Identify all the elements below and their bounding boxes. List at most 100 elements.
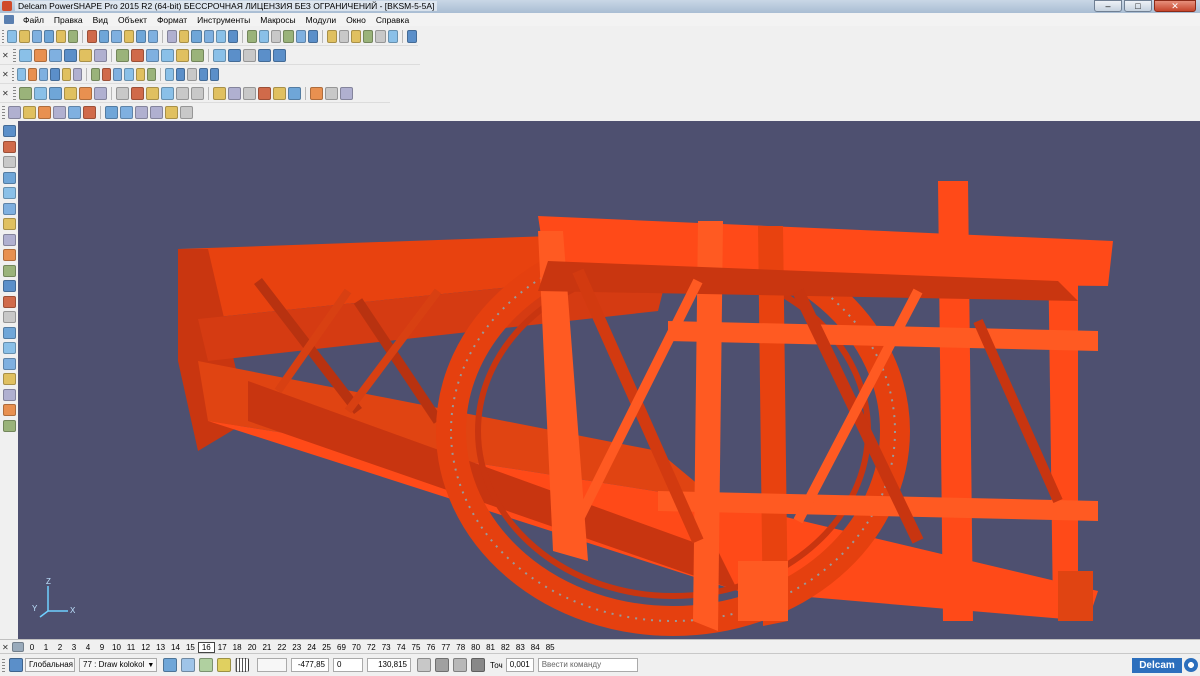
workplane-select[interactable]: Глобальная▼ xyxy=(25,658,75,672)
cone-icon[interactable] xyxy=(39,67,49,81)
close-icon[interactable]: ✕ xyxy=(2,51,10,60)
level-button[interactable]: 9 xyxy=(95,643,109,652)
snap-icon[interactable] xyxy=(8,105,21,119)
copy-icon[interactable] xyxy=(3,187,16,199)
level-icon[interactable] xyxy=(3,404,16,416)
level-button[interactable]: 69 xyxy=(334,643,349,652)
level-button[interactable]: 13 xyxy=(153,643,168,652)
animate-icon[interactable] xyxy=(165,105,178,119)
edges-icon[interactable] xyxy=(228,86,241,100)
material-icon[interactable] xyxy=(68,105,81,119)
zoom-fit-icon[interactable] xyxy=(179,29,190,43)
light-icon[interactable] xyxy=(215,29,226,43)
translucency-icon[interactable] xyxy=(325,86,338,100)
level-button[interactable]: 85 xyxy=(543,643,558,652)
material-icon[interactable] xyxy=(3,419,16,432)
paste-icon[interactable] xyxy=(99,29,110,43)
box-icon[interactable] xyxy=(16,67,26,81)
info-icon[interactable] xyxy=(3,373,16,385)
workplane-icon[interactable] xyxy=(9,658,23,672)
level-button[interactable]: 16 xyxy=(197,641,215,653)
level-settings-icon[interactable] xyxy=(12,642,24,652)
x-coordinate-field[interactable]: -477,85 xyxy=(291,658,329,672)
layer-select[interactable]: 77 : Draw kolokol ▼ xyxy=(79,658,157,672)
menu-format[interactable]: Формат xyxy=(152,15,192,25)
level-button[interactable]: 15 xyxy=(183,643,198,652)
view-left-icon[interactable] xyxy=(79,86,92,100)
pan-icon[interactable] xyxy=(146,86,159,100)
cylinder-icon[interactable] xyxy=(34,48,47,62)
solid-icon[interactable] xyxy=(375,29,386,43)
mirror-icon[interactable] xyxy=(228,48,241,62)
level-button[interactable]: 25 xyxy=(319,643,334,652)
menu-macros[interactable]: Макросы xyxy=(255,15,300,25)
revolution-icon[interactable] xyxy=(116,48,129,62)
layer-icon[interactable] xyxy=(3,388,16,401)
solid-tree-icon[interactable] xyxy=(258,48,271,62)
section-icon[interactable] xyxy=(243,86,256,100)
level-button[interactable]: 72 xyxy=(364,643,379,652)
normals-icon[interactable] xyxy=(310,86,323,100)
analyse-icon[interactable] xyxy=(209,67,219,81)
boolean-add-icon[interactable] xyxy=(101,67,112,81)
workplane-align-icon[interactable] xyxy=(38,105,51,119)
boolean-subtract-icon[interactable] xyxy=(146,48,159,62)
mode-field[interactable] xyxy=(257,658,287,672)
view-back-icon[interactable] xyxy=(94,86,107,100)
redo-icon[interactable] xyxy=(246,29,258,43)
layer-icon[interactable] xyxy=(53,105,66,119)
hidden-line-icon[interactable] xyxy=(213,86,226,100)
calculator-icon[interactable] xyxy=(417,658,431,672)
level-button[interactable]: 81 xyxy=(483,643,498,652)
text-icon[interactable] xyxy=(338,29,350,43)
circle-icon[interactable] xyxy=(307,29,318,43)
view-front-icon[interactable] xyxy=(34,86,47,100)
move-icon[interactable] xyxy=(3,202,16,215)
level-button[interactable]: 84 xyxy=(528,643,543,652)
level-button[interactable]: 3 xyxy=(67,643,81,652)
level-button[interactable]: 75 xyxy=(409,643,424,652)
shell-icon[interactable] xyxy=(146,67,157,81)
minimize-button[interactable]: – xyxy=(1094,0,1122,12)
menu-view[interactable]: Вид xyxy=(88,15,113,25)
open-icon[interactable] xyxy=(19,29,30,43)
maximize-button[interactable]: □ xyxy=(1124,0,1152,12)
menu-edit[interactable]: Правка xyxy=(49,15,88,25)
menu-modules[interactable]: Модули xyxy=(301,15,341,25)
menu-tools[interactable]: Инструменты xyxy=(192,15,255,25)
undo-icon[interactable] xyxy=(227,29,239,43)
close-button[interactable]: ✕ xyxy=(1154,0,1196,12)
surface-icon[interactable] xyxy=(363,29,374,43)
level-button[interactable]: 78 xyxy=(453,643,468,652)
close-icon[interactable]: ✕ xyxy=(2,89,10,98)
clip-icon[interactable] xyxy=(340,86,353,100)
feature-icon[interactable] xyxy=(243,48,256,62)
render-icon[interactable] xyxy=(387,29,398,43)
wireframe-icon[interactable] xyxy=(3,171,16,184)
scale-icon[interactable] xyxy=(3,218,16,230)
level-button[interactable]: 24 xyxy=(304,643,319,652)
measure-icon[interactable] xyxy=(258,86,271,100)
boolean-add-icon[interactable] xyxy=(131,48,144,62)
cylinder-icon[interactable] xyxy=(27,67,38,81)
revolution-icon[interactable] xyxy=(90,67,100,81)
snap-icon[interactable] xyxy=(163,658,177,672)
view-icon[interactable] xyxy=(191,29,202,43)
tolerance-field[interactable]: 0,001 xyxy=(505,658,534,672)
curvature-icon[interactable] xyxy=(273,86,286,100)
level-button[interactable]: 21 xyxy=(259,643,274,652)
level-button[interactable]: 76 xyxy=(423,643,438,652)
select-icon[interactable] xyxy=(135,29,147,43)
level-button[interactable]: 83 xyxy=(513,643,528,652)
level-button[interactable]: 22 xyxy=(274,643,289,652)
close-icon[interactable]: ✕ xyxy=(2,643,10,652)
dimension-icon[interactable] xyxy=(351,29,362,43)
solid-tree-icon[interactable] xyxy=(198,67,208,81)
sphere-icon[interactable] xyxy=(50,67,60,81)
level-button[interactable]: 4 xyxy=(81,643,95,652)
point-icon[interactable] xyxy=(283,29,294,43)
view-right-icon[interactable] xyxy=(49,86,62,100)
document-icon[interactable] xyxy=(4,15,14,24)
zoom-window-icon[interactable] xyxy=(131,86,144,100)
feature-icon[interactable] xyxy=(187,67,197,81)
